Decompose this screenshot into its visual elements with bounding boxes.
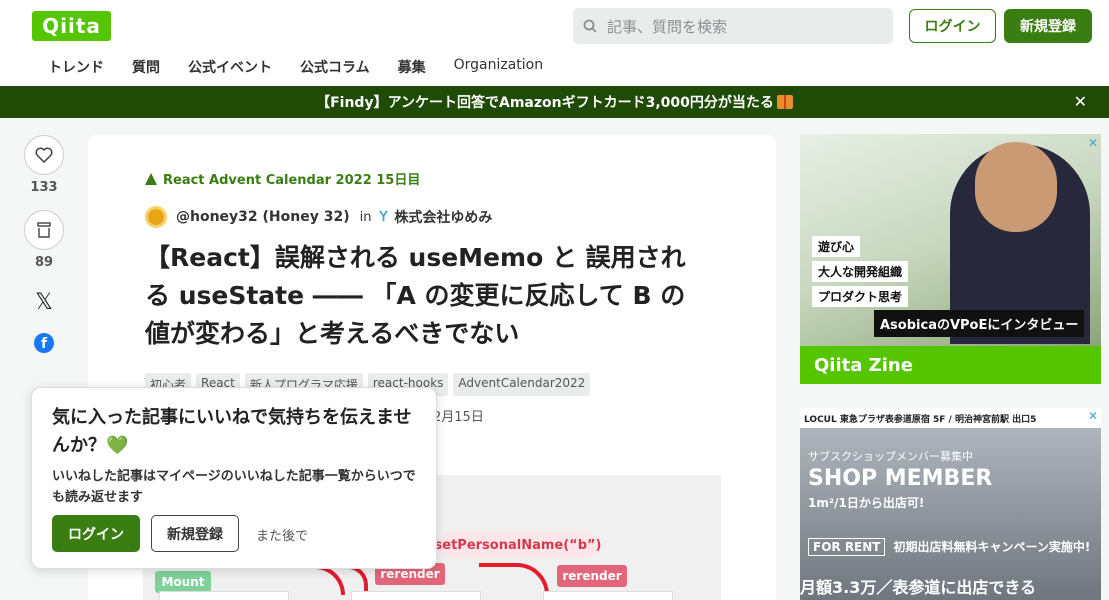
ad-caption: AsobicaのVPoEにインタビュー [874, 310, 1085, 337]
popup-title: 気に入った記事にいいねで気持ちを伝えませんか？💚 [52, 407, 412, 456]
nav-events[interactable]: 公式イベント [188, 57, 272, 77]
diagram-rerender: rerender [557, 565, 627, 587]
facebook-share-icon[interactable]: f [34, 333, 54, 353]
ad-size-text: 1m²/1日から出店可! [808, 496, 925, 510]
org-logo-icon: 𝖸 [379, 209, 388, 225]
site-header: Qiita 記事、質問を検索 ログイン 新規登録 トレンド 質問 公式イベント … [0, 0, 1109, 86]
popup-login-button[interactable]: ログイン [52, 515, 140, 552]
locul-ad[interactable]: LOCUL 東急プラザ表参道原宿 5F / 明治神宮前駅 出口5 サブスクショッ… [800, 408, 1101, 600]
search-icon [583, 19, 597, 33]
promo-banner[interactable]: 【Findy】アンケート回答でAmazonギフトカード3,000円分が当たる ✕ [0, 86, 1109, 118]
nav-recruit[interactable]: 募集 [398, 57, 426, 77]
stock-icon [37, 222, 51, 238]
close-icon[interactable]: ✕ [1074, 92, 1087, 111]
like-prompt-popup: 気に入った記事にいいねで気持ちを伝えませんか？💚 いいねした記事はマイページのい… [31, 387, 437, 569]
diagram-bubble: setPersonalName(“b”) [435, 532, 601, 558]
ad-campaign-text: 初期出店料無料キャンペーン実施中! [893, 540, 1091, 554]
author-name[interactable]: @honey32 (Honey 32) [176, 209, 350, 225]
calendar-label: React Advent Calendar 2022 15日目 [163, 173, 421, 188]
avatar[interactable] [145, 206, 167, 228]
article-actions: 133 89 𝕏 f [24, 135, 64, 353]
ad-header: LOCUL 東急プラザ表参道原宿 5F / 明治神宮前駅 出口5 [800, 408, 1101, 428]
qiita-logo[interactable]: Qiita [32, 11, 111, 41]
nav-organization[interactable]: Organization [454, 57, 544, 77]
diagram-box [159, 591, 289, 600]
like-button[interactable] [24, 135, 64, 175]
nav-trend[interactable]: トレンド [48, 57, 104, 77]
qiita-zine-ad[interactable]: 遊び心 大人な開発組織 プロダクト思考 AsobicaのVPoEにインタビュー … [800, 134, 1101, 384]
search-input[interactable]: 記事、質問を検索 [573, 8, 893, 44]
like-count: 133 [30, 180, 58, 195]
search-placeholder: 記事、質問を検索 [607, 17, 728, 36]
x-share-icon[interactable]: 𝕏 [24, 290, 64, 315]
diagram-mount: Mount [155, 571, 211, 593]
post-date: 2月15日 [433, 410, 484, 425]
stock-button[interactable] [24, 210, 64, 250]
ad-close-icon[interactable]: ✕ [1088, 136, 1098, 150]
ad-headline: SHOP MEMBER [808, 466, 993, 491]
diagram-arrow [479, 563, 549, 595]
popup-later-link[interactable]: また後で [256, 525, 308, 544]
signup-button[interactable]: 新規登録 [1004, 9, 1092, 43]
popup-body: いいねした記事はマイページのいいねした記事一覧からいつでも読み返せます [52, 469, 416, 505]
tag[interactable]: AdventCalendar2022 [453, 373, 591, 396]
in-label: in [359, 209, 372, 225]
ad-line: 大人な開発組織 [812, 261, 909, 282]
qiita-zine-label: Qiita Zine [800, 346, 1101, 384]
stock-count: 89 [34, 255, 54, 270]
tree-icon [145, 172, 157, 185]
diagram-box [543, 591, 673, 600]
ad-line: 遊び心 [812, 236, 861, 257]
nav-questions[interactable]: 質問 [132, 57, 160, 77]
ad-rent-line: FOR RENT 初期出店料無料キャンペーン実施中! [808, 538, 1091, 556]
diagram-box [351, 591, 481, 600]
ad-subtitle: サブスクショップメンバー募集中 [808, 450, 973, 463]
gift-icon [776, 95, 793, 109]
advent-calendar-link[interactable]: React Advent Calendar 2022 15日目 [145, 169, 420, 188]
org-name[interactable]: 株式会社ゆめみ [394, 207, 492, 227]
for-rent-badge: FOR RENT [808, 538, 886, 556]
banner-text: 【Findy】アンケート回答でAmazonギフトカード3,000円分が当たる [316, 95, 774, 111]
ad-price-text: 月額3.3万／表参道に出店できる [800, 578, 1037, 597]
ad-close-icon[interactable]: ✕ [1088, 409, 1098, 423]
heart-icon [35, 147, 53, 163]
author-line: @honey32 (Honey 32) in 𝖸 株式会社ゆめみ [145, 206, 492, 228]
ad-person-face [975, 142, 1057, 232]
main-nav: トレンド 質問 公式イベント 公式コラム 募集 Organization [48, 57, 571, 77]
ad-line: プロダクト思考 [812, 286, 909, 307]
nav-columns[interactable]: 公式コラム [300, 57, 370, 77]
popup-signup-button[interactable]: 新規登録 [151, 515, 239, 552]
login-button[interactable]: ログイン [909, 9, 996, 43]
diagram-arrow [295, 565, 345, 595]
article-title: 【React】誤解される useMemo と 誤用される useState ――… [145, 243, 686, 348]
